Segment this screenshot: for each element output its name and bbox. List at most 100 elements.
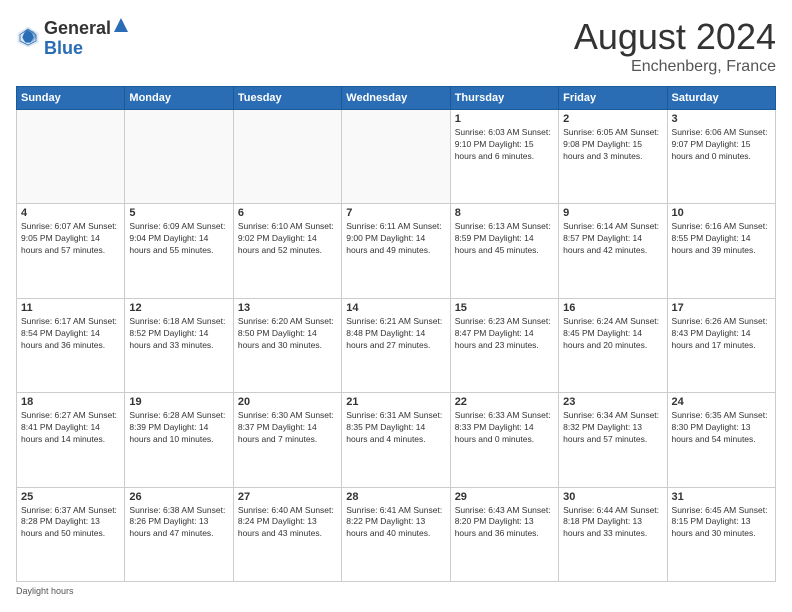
calendar-week-3: 11Sunrise: 6:17 AM Sunset: 8:54 PM Dayli… (17, 298, 776, 392)
weekday-header-tuesday: Tuesday (233, 87, 341, 110)
day-info: Sunrise: 6:30 AM Sunset: 8:37 PM Dayligh… (238, 410, 337, 446)
calendar-cell: 28 Sunrise: 6:41 AM Sunset: 8:22 PM Dayli… (342, 487, 450, 581)
weekday-header-thursday: Thursday (450, 87, 558, 110)
day-number: 21 (346, 396, 445, 408)
day-info: Sunrise: 6:31 AM Sunset: 8:35 PM Dayligh… (346, 410, 445, 446)
calendar-week-1: 1Sunrise: 6:03 AM Sunset: 9:10 PM Daylig… (17, 110, 776, 204)
calendar-cell: 1Sunrise: 6:03 AM Sunset: 9:10 PM Daylig… (450, 110, 558, 204)
day-info: Sunrise: 6:28 AM Sunset: 8:39 PM Dayligh… (129, 410, 228, 446)
calendar-cell: 5Sunrise: 6:09 AM Sunset: 9:04 PM Daylig… (125, 204, 233, 298)
calendar-cell: 17Sunrise: 6:26 AM Sunset: 8:43 PM Dayli… (667, 298, 775, 392)
calendar-week-5: 25Sunrise: 6:37 AM Sunset: 8:28 PM Dayli… (17, 487, 776, 581)
calendar-cell: 4 Sunrise: 6:07 AM Sunset: 9:05 PM Daylig… (17, 204, 125, 298)
calendar-cell: 25Sunrise: 6:37 AM Sunset: 8:28 PM Dayli… (17, 487, 125, 581)
day-number: 20 (238, 396, 337, 408)
day-number: 24 (672, 396, 771, 408)
day-number: 29 (455, 491, 554, 503)
calendar-cell: 19Sunrise: 6:28 AM Sunset: 8:39 PM Dayli… (125, 393, 233, 487)
calendar-table: SundayMondayTuesdayWednesdayThursdayFrid… (16, 86, 776, 582)
month-title: August 2024 (574, 16, 776, 58)
day-number: 5 (129, 207, 228, 219)
logo-general: General (44, 19, 111, 39)
calendar-cell: 14 Sunrise: 6:21 AM Sunset: 8:48 PM Dayli… (342, 298, 450, 392)
calendar-cell: 6Sunrise: 6:10 AM Sunset: 9:02 PM Daylig… (233, 204, 341, 298)
weekday-header-wednesday: Wednesday (342, 87, 450, 110)
calendar-cell: 27 Sunrise: 6:40 AM Sunset: 8:24 PM Dayli… (233, 487, 341, 581)
logo-text-block: General Blue (44, 16, 131, 59)
location-title: Enchenberg, France (574, 58, 776, 76)
day-number: 11 (21, 302, 120, 314)
weekday-header-friday: Friday (559, 87, 667, 110)
calendar-cell: 7 Sunrise: 6:11 AM Sunset: 9:00 PM Daylig… (342, 204, 450, 298)
day-number: 7 (346, 207, 445, 219)
logo-blue: Blue (44, 38, 83, 58)
calendar-cell: 21 Sunrise: 6:31 AM Sunset: 8:35 PM Dayli… (342, 393, 450, 487)
calendar-header-row: SundayMondayTuesdayWednesdayThursdayFrid… (17, 87, 776, 110)
calendar-cell: 8 Sunrise: 6:13 AM Sunset: 8:59 PM Daylig… (450, 204, 558, 298)
footer-note: Daylight hours (16, 586, 776, 596)
day-number: 23 (563, 396, 662, 408)
day-number: 27 (238, 491, 337, 503)
day-number: 26 (129, 491, 228, 503)
day-info: Sunrise: 6:38 AM Sunset: 8:26 PM Dayligh… (129, 505, 228, 541)
day-info: Sunrise: 6:45 AM Sunset: 8:15 PM Dayligh… (672, 505, 771, 541)
day-number: 6 (238, 207, 337, 219)
day-number: 28 (346, 491, 445, 503)
weekday-header-saturday: Saturday (667, 87, 775, 110)
day-number: 3 (672, 113, 771, 125)
calendar-cell (125, 110, 233, 204)
calendar-cell (342, 110, 450, 204)
calendar-cell: 3Sunrise: 6:06 AM Sunset: 9:07 PM Daylig… (667, 110, 775, 204)
calendar-cell: 23 Sunrise: 6:34 AM Sunset: 8:32 PM Dayli… (559, 393, 667, 487)
calendar-cell: 16Sunrise: 6:24 AM Sunset: 8:45 PM Dayli… (559, 298, 667, 392)
day-info: Sunrise: 6:41 AM Sunset: 8:22 PM Dayligh… (346, 505, 445, 541)
day-number: 16 (563, 302, 662, 314)
title-block: August 2024 Enchenberg, France (574, 16, 776, 76)
day-number: 18 (21, 396, 120, 408)
calendar-cell: 22Sunrise: 6:33 AM Sunset: 8:33 PM Dayli… (450, 393, 558, 487)
day-number: 12 (129, 302, 228, 314)
calendar-week-2: 4 Sunrise: 6:07 AM Sunset: 9:05 PM Daylig… (17, 204, 776, 298)
day-number: 4 (21, 207, 120, 219)
weekday-header-monday: Monday (125, 87, 233, 110)
calendar-cell (233, 110, 341, 204)
weekday-header-sunday: Sunday (17, 87, 125, 110)
day-number: 10 (672, 207, 771, 219)
day-info: Sunrise: 6:44 AM Sunset: 8:18 PM Dayligh… (563, 505, 662, 541)
logo-icon (16, 25, 40, 49)
logo: General Blue (16, 16, 131, 59)
day-number: 31 (672, 491, 771, 503)
calendar-cell: 2Sunrise: 6:05 AM Sunset: 9:08 PM Daylig… (559, 110, 667, 204)
calendar-cell: 29Sunrise: 6:43 AM Sunset: 8:20 PM Dayli… (450, 487, 558, 581)
day-info: Sunrise: 6:14 AM Sunset: 8:57 PM Dayligh… (563, 221, 662, 257)
day-info: Sunrise: 6:20 AM Sunset: 8:50 PM Dayligh… (238, 316, 337, 352)
day-info: Sunrise: 6:40 AM Sunset: 8:24 PM Dayligh… (238, 505, 337, 541)
calendar-cell: 18Sunrise: 6:27 AM Sunset: 8:41 PM Dayli… (17, 393, 125, 487)
day-number: 2 (563, 113, 662, 125)
calendar-cell: 12Sunrise: 6:18 AM Sunset: 8:52 PM Dayli… (125, 298, 233, 392)
day-number: 17 (672, 302, 771, 314)
calendar-cell (17, 110, 125, 204)
day-info: Sunrise: 6:13 AM Sunset: 8:59 PM Dayligh… (455, 221, 554, 257)
day-info: Sunrise: 6:33 AM Sunset: 8:33 PM Dayligh… (455, 410, 554, 446)
calendar-cell: 30 Sunrise: 6:44 AM Sunset: 8:18 PM Dayli… (559, 487, 667, 581)
day-info: Sunrise: 6:16 AM Sunset: 8:55 PM Dayligh… (672, 221, 771, 257)
day-info: Sunrise: 6:07 AM Sunset: 9:05 PM Dayligh… (21, 221, 120, 257)
logo-triangle-icon (112, 16, 130, 34)
day-info: Sunrise: 6:34 AM Sunset: 8:32 PM Dayligh… (563, 410, 662, 446)
day-info: Sunrise: 6:21 AM Sunset: 8:48 PM Dayligh… (346, 316, 445, 352)
calendar-cell: 20 Sunrise: 6:30 AM Sunset: 8:37 PM Dayli… (233, 393, 341, 487)
day-info: Sunrise: 6:35 AM Sunset: 8:30 PM Dayligh… (672, 410, 771, 446)
day-number: 14 (346, 302, 445, 314)
day-number: 8 (455, 207, 554, 219)
calendar-cell: 26 Sunrise: 6:38 AM Sunset: 8:26 PM Dayli… (125, 487, 233, 581)
day-info: Sunrise: 6:03 AM Sunset: 9:10 PM Dayligh… (455, 127, 554, 163)
day-info: Sunrise: 6:37 AM Sunset: 8:28 PM Dayligh… (21, 505, 120, 541)
day-info: Sunrise: 6:11 AM Sunset: 9:00 PM Dayligh… (346, 221, 445, 257)
calendar-cell: 10 Sunrise: 6:16 AM Sunset: 8:55 PM Dayli… (667, 204, 775, 298)
page: General Blue August 2024 Enchenberg, Fra… (0, 0, 792, 612)
calendar-cell: 15Sunrise: 6:23 AM Sunset: 8:47 PM Dayli… (450, 298, 558, 392)
day-number: 15 (455, 302, 554, 314)
calendar-cell: 13Sunrise: 6:20 AM Sunset: 8:50 PM Dayli… (233, 298, 341, 392)
day-number: 30 (563, 491, 662, 503)
